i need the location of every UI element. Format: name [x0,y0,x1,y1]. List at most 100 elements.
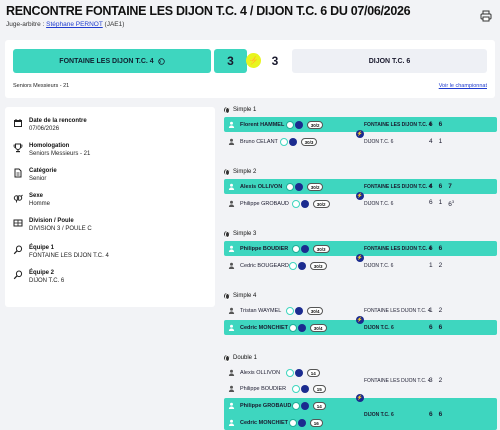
away-team-name: DIJON T.C. 6 [368,57,411,65]
info-date: Date de la rencontre 07/06/2026 [13,117,87,133]
lightning-icon: ⚡ [356,316,364,324]
tiebreak-score: 3 [451,198,455,204]
championship-link[interactable]: Voir le championnat [439,83,487,89]
status-dot-dark [294,182,303,191]
status-dot-light [291,244,300,253]
info-team2: Équipe 2 DIJON T.C. 6 [13,269,64,285]
set-scores: 41 [429,138,442,145]
match-title-text: Simple 2 [233,168,257,175]
player-name[interactable]: Alexis OLLIVON [240,184,282,190]
person-icon [228,369,235,376]
player-status-toggle[interactable] [291,199,310,208]
player-name[interactable]: Alexis OLLIVON [240,370,280,376]
player-name[interactable]: Philippe GROBAUD [240,201,289,207]
info-team1: Équipe 1 FONTAINE LES DIJON T.C. 4 [13,244,109,260]
club-name: DIJON T.C. 6 [364,262,394,269]
status-dot-light [291,199,300,208]
set-score: 6 [438,324,443,331]
judge-name-link[interactable]: Stéphane PERNOT [46,21,103,28]
status-dot-light [288,323,297,332]
match-title: Double 1 [224,353,497,362]
match-title: Simple 3 [224,229,497,238]
tennis-ball-icon [157,57,165,65]
match-title-text: Simple 3 [233,230,257,237]
racket-icon [13,245,23,255]
club-name: DIJON T.C. 6 [364,411,394,418]
match-title-text: Simple 1 [233,106,257,113]
status-dot-light [279,137,288,146]
match-title: Simple 1 [224,105,497,114]
category-label: Seniors Messieurs - 21 [13,83,70,89]
set-score: 7 [448,183,452,190]
ranking-badge: 30/3 [312,244,330,253]
gender-icon [13,194,23,203]
set-score: 6 [429,198,433,206]
set-scores: 467 [429,183,452,190]
away-score: 3 [271,54,279,68]
set-score: 1 [438,198,443,206]
status-dot-light [285,306,294,315]
match-title-text: Double 1 [233,354,258,361]
player-status-toggle[interactable] [279,137,298,146]
page-title: RENCONTRE FONTAINE LES DIJON T.C. 4 / DI… [6,4,411,18]
player-name[interactable]: Philippe BOUDIER [240,386,286,392]
person-icon [228,262,235,269]
match-title: Simple 2 [224,167,497,176]
match-sheet-page: RENCONTRE FONTAINE LES DIJON T.C. 4 / DI… [0,0,500,430]
lightning-icon: ⚡ [356,394,364,402]
player-status-toggle[interactable] [291,384,310,393]
tennis-ball-icon [224,168,230,176]
trophy-icon [13,143,23,153]
print-icon[interactable] [480,10,492,22]
set-score: 6 [438,121,443,128]
player-name[interactable]: Florent HAMMEL [240,122,284,128]
set-scores: 12 [429,307,442,314]
lightning-icon: ⚡ [246,53,261,68]
player-name[interactable]: Bruno CELANT [240,139,278,145]
set-scores: 66 [429,245,442,252]
match-block: Simple 4 Tristan WAYMEL 30/4 FONTAINE LES D… [224,291,497,335]
player-status-toggle[interactable] [291,244,310,253]
match-title-text: Simple 4 [233,292,257,299]
set-score: 4 [429,138,433,145]
player-status-toggle[interactable] [288,323,307,332]
set-score: 6 [429,245,433,252]
match-title: Simple 4 [224,291,497,300]
player-name[interactable]: Tristan WAYMEL [240,308,281,314]
status-dot-dark [288,137,297,146]
club-name: FONTAINE LES DIJON T.C. 4 [364,183,432,190]
player-name[interactable]: Philippe BOUDIER [240,246,288,252]
status-dot-light [291,384,300,393]
ranking-badge: 14 [306,368,320,377]
set-score: 1 [429,307,433,314]
set-score: 6 [429,121,433,128]
player-status-toggle[interactable] [288,261,307,270]
set-score: 6 [438,245,443,252]
status-dot-light [285,182,294,191]
ranking-badge: 30/2 [306,120,324,129]
player-status-toggle[interactable] [285,368,304,377]
set-score: 6 [438,411,443,418]
judge-line: Juge-arbitre : Stéphane PERNOT (JAE1) [6,21,124,28]
player-status-toggle[interactable] [285,182,304,191]
player-name[interactable]: Cedric MONCHIET [240,325,288,331]
player-status-toggle[interactable] [285,306,304,315]
status-dot-light [288,261,297,270]
set-score: 6 [438,183,443,190]
lightning-icon: ⚡ [356,254,364,262]
player-name[interactable]: Cedric BOUGEARD [240,263,289,269]
set-scores: 12 [429,262,442,269]
home-team-banner: FONTAINE LES DIJON T.C. 4 [13,49,211,73]
status-dot-dark [300,384,309,393]
club-name: FONTAINE LES DIJON T.C. 4 [364,307,431,314]
person-icon [228,138,235,145]
person-icon [228,183,235,190]
racket-icon [13,270,23,280]
player-row: Alexis OLLIVON 14 [224,365,497,380]
player-status-toggle[interactable] [285,120,304,129]
ranking-badge: 30/3 [300,137,318,146]
club-name: DIJON T.C. 6 [364,138,394,145]
lightning-icon: ⚡ [356,192,364,200]
status-dot-light [285,368,294,377]
person-icon [228,200,235,207]
